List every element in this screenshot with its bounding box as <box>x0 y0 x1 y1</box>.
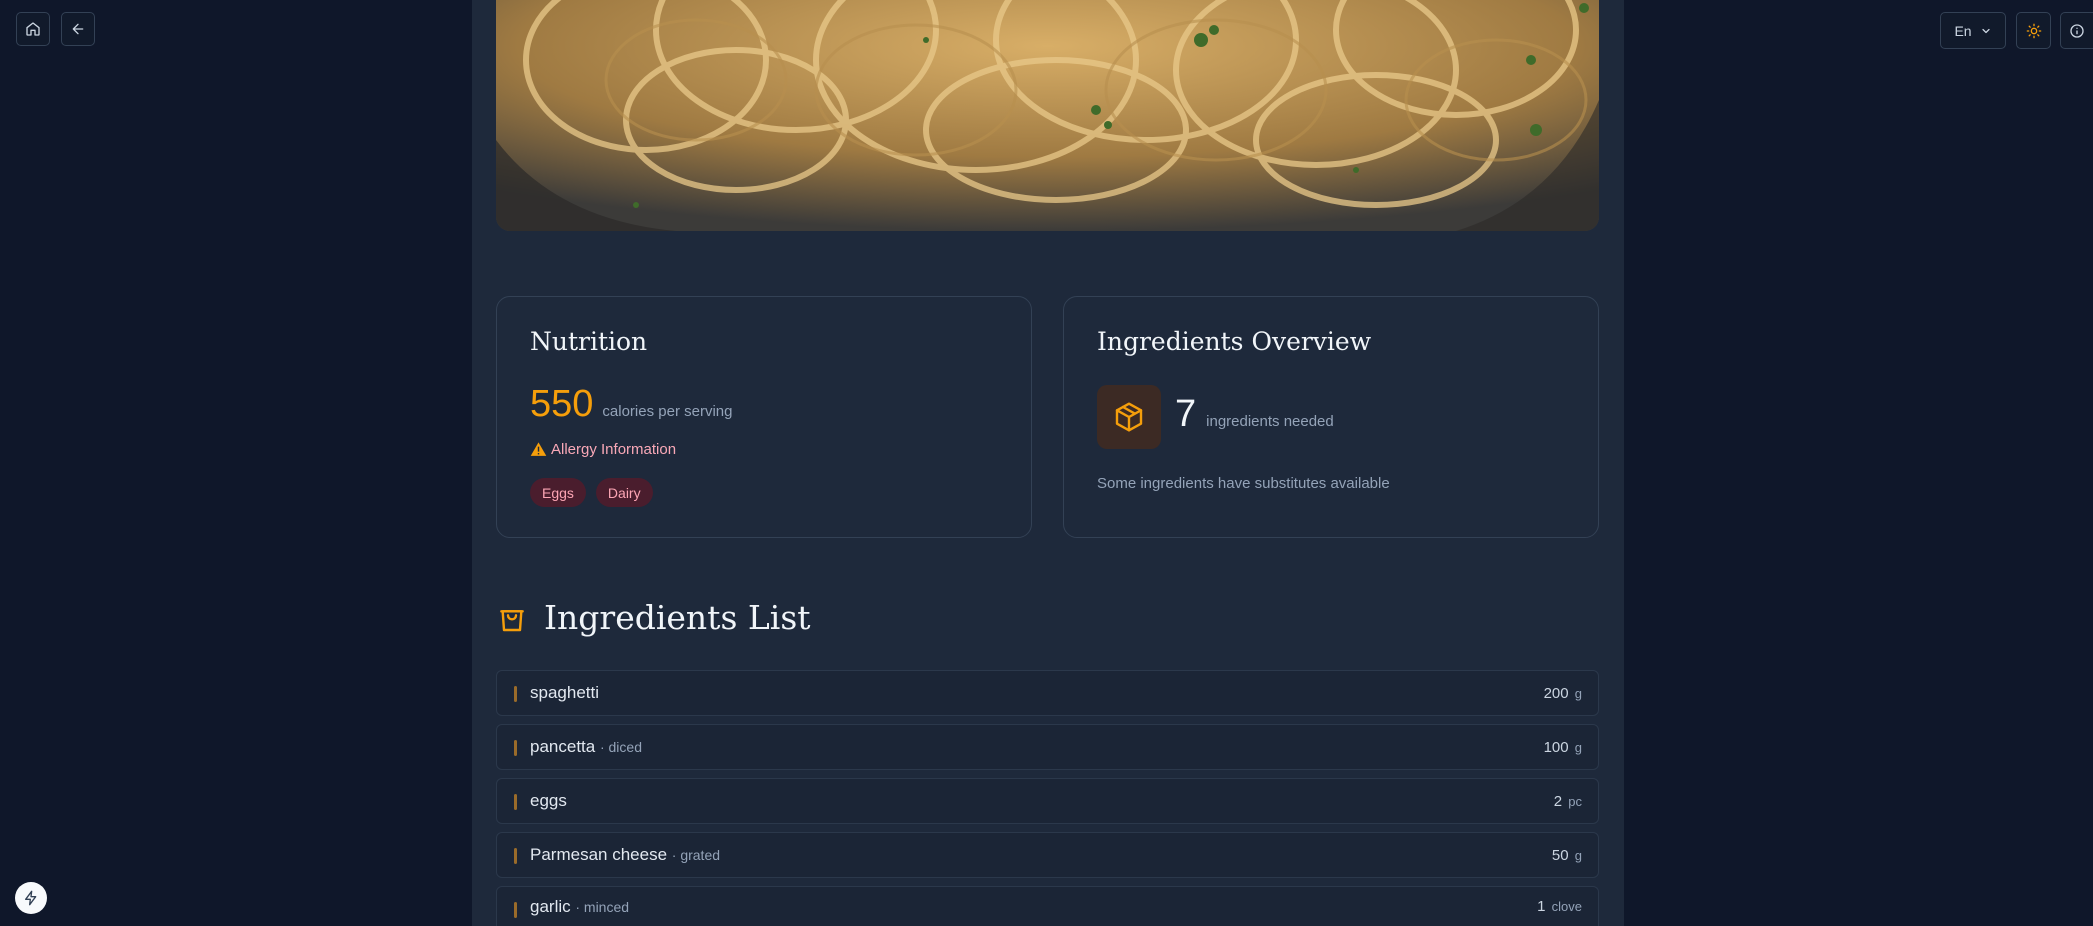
recipe-hero-image <box>496 0 1599 231</box>
ingredient-unit: g <box>1574 847 1582 863</box>
allergy-title: Allergy Information <box>551 441 677 458</box>
ingredient-name: pancetta <box>530 737 596 756</box>
ingredients-list-header: Ingredients List <box>496 598 811 637</box>
allergen-tags: Eggs Dairy <box>530 478 653 507</box>
chevron-down-icon <box>1980 25 1992 37</box>
ingredient-row[interactable]: Parmesan cheese · grated 50 g <box>496 832 1599 878</box>
ingredient-prep: · minced <box>575 898 630 915</box>
lightning-icon <box>23 890 39 906</box>
calories-value: 550 <box>530 383 594 425</box>
ingredient-amount: 2 <box>1553 792 1563 810</box>
nutrition-title: Nutrition <box>530 327 648 356</box>
language-select[interactable]: En <box>1940 12 2006 49</box>
sun-icon <box>2026 23 2042 39</box>
warning-icon <box>530 441 547 458</box>
ingredient-amount: 50 <box>1551 846 1569 864</box>
ingredient-unit: clove <box>1551 899 1582 914</box>
quick-action-button[interactable] <box>15 882 47 914</box>
info-button[interactable] <box>2060 12 2093 49</box>
ingredient-marker <box>514 794 517 810</box>
allergen-tag: Dairy <box>595 478 653 507</box>
calories-row: 550 calories per serving <box>530 383 732 426</box>
ingredient-prep: · diced <box>599 739 642 755</box>
ingredients-list-title: Ingredients List <box>544 598 811 637</box>
theme-toggle-button[interactable] <box>2016 12 2051 49</box>
ingredient-row[interactable]: eggs 2 pc <box>496 778 1599 824</box>
overview-title: Ingredients Overview <box>1097 327 1372 356</box>
ingredient-amount: 100 <box>1543 738 1569 756</box>
ingredient-row[interactable]: pancetta · diced 100 g <box>496 724 1599 770</box>
substitutes-note: Some ingredients have substitutes availa… <box>1097 475 1390 492</box>
ingredient-row[interactable]: spaghetti 200 g <box>496 670 1599 716</box>
calories-label: calories per serving <box>602 403 733 420</box>
ingredient-count-label: ingredients needed <box>1206 413 1334 430</box>
shopping-bag-icon <box>496 602 528 634</box>
home-button[interactable] <box>16 12 50 46</box>
ingredient-marker <box>514 848 517 864</box>
ingredient-unit: g <box>1574 739 1582 755</box>
ingredients-overview-card: Ingredients Overview 7 ingredients neede… <box>1063 296 1599 538</box>
back-button[interactable] <box>61 12 95 46</box>
ingredient-name: eggs <box>530 791 567 810</box>
language-value: En <box>1954 22 1972 39</box>
package-icon <box>1113 401 1145 433</box>
ingredient-marker <box>514 740 517 756</box>
ingredient-count: 7 <box>1175 393 1197 435</box>
ingredient-unit: pc <box>1568 793 1582 809</box>
nutrition-card: Nutrition 550 calories per serving Aller… <box>496 296 1032 538</box>
arrow-left-icon <box>70 21 86 37</box>
package-icon-box <box>1097 385 1161 449</box>
ingredient-amount: 200 <box>1543 684 1569 702</box>
ingredient-amount: 1 <box>1537 898 1546 915</box>
ingredient-name: Parmesan cheese <box>530 845 668 864</box>
ingredient-name: garlic <box>530 896 571 916</box>
ingredient-unit: g <box>1574 685 1582 701</box>
ingredient-count-row: 7 ingredients needed <box>1175 393 1334 436</box>
ingredient-marker <box>514 686 517 702</box>
ingredient-row[interactable]: garlic · minced 1 clove <box>496 886 1599 926</box>
recipe-main-panel: Nutrition 550 calories per serving Aller… <box>472 0 1624 926</box>
ingredient-prep: · grated <box>671 847 721 863</box>
allergy-heading: Allergy Information <box>530 441 676 458</box>
home-icon <box>25 21 41 37</box>
allergen-tag: Eggs <box>530 478 586 507</box>
ingredient-name: spaghetti <box>530 683 599 702</box>
spaghetti-illustration <box>496 0 1599 231</box>
info-icon <box>2069 23 2085 39</box>
ingredient-marker <box>514 902 517 918</box>
